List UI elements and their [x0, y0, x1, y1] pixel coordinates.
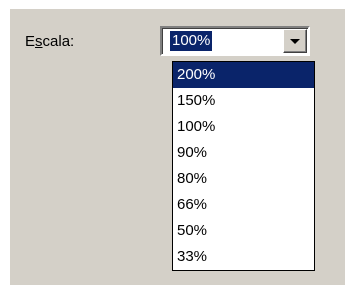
- scale-option[interactable]: 200%: [173, 62, 314, 88]
- scale-option[interactable]: 80%: [173, 166, 314, 192]
- scale-option[interactable]: 100%: [173, 114, 314, 140]
- scale-option[interactable]: 66%: [173, 192, 314, 218]
- dropdown-button[interactable]: [283, 29, 307, 53]
- chevron-down-icon: [290, 39, 300, 44]
- scale-label-suffix: cala:: [42, 33, 75, 50]
- scale-option[interactable]: 90%: [173, 140, 314, 166]
- scale-option[interactable]: 150%: [173, 88, 314, 114]
- scale-option[interactable]: 33%: [173, 244, 314, 270]
- scale-label-accelerator: s: [35, 33, 43, 50]
- scale-combobox[interactable]: 100%: [160, 26, 310, 56]
- scale-dropdown-list[interactable]: 200% 150% 100% 90% 80% 66% 50% 33%: [172, 61, 315, 271]
- scale-option[interactable]: 50%: [173, 218, 314, 244]
- scale-label-prefix: E: [25, 33, 36, 50]
- scale-label: Escala:: [25, 33, 74, 51]
- scale-combobox-value[interactable]: 100%: [170, 31, 213, 51]
